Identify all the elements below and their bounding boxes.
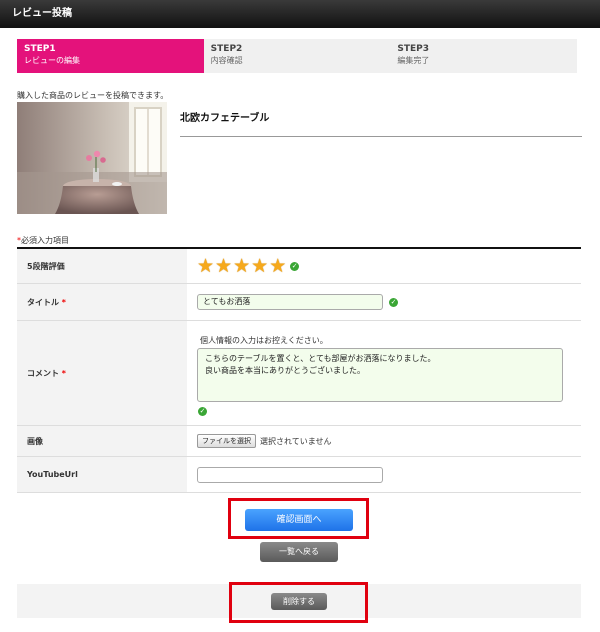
step-1: STEP1 レビューの編集 bbox=[17, 39, 204, 73]
title-label-text: タイトル bbox=[27, 297, 59, 307]
highlight-confirm bbox=[228, 498, 369, 539]
title-field: とてもお洒落 ✓ bbox=[187, 284, 581, 320]
comment-label: コメント * bbox=[17, 321, 187, 425]
youtube-row: YouTubeUrl bbox=[17, 457, 581, 493]
comment-line-2: 良い商品を本当にありがとうございました。 bbox=[205, 366, 365, 375]
check-icon: ✓ bbox=[290, 261, 300, 271]
image-label: 画像 bbox=[17, 426, 187, 456]
check-icon: ✓ bbox=[389, 297, 398, 307]
step-2-label: 内容確認 bbox=[210, 56, 243, 65]
required-mark: * bbox=[61, 297, 66, 307]
rating-row: 5段階評価 ★ ★ ★ ★ ★ ✓ bbox=[17, 249, 581, 284]
file-status: 選択されていません bbox=[260, 436, 332, 446]
comment-hint: 個人情報の入力はお控えください。 bbox=[200, 336, 328, 345]
step-3-label: 編集完了 bbox=[397, 56, 430, 65]
step-1-label: レビューの編集 bbox=[24, 56, 80, 65]
required-note-text: 必須入力項目 bbox=[21, 236, 69, 245]
comment-field: 個人情報の入力はお控えください。 こちらのテーブルを置くと、とても部屋がお洒落に… bbox=[187, 321, 581, 425]
product-divider bbox=[180, 136, 582, 137]
step-3: STEP3 編集完了 bbox=[390, 39, 578, 73]
step-3-number: STEP3 bbox=[397, 44, 429, 54]
star-icon-4[interactable]: ★ bbox=[251, 256, 268, 276]
star-icon-3[interactable]: ★ bbox=[233, 256, 250, 276]
star-icon-5[interactable]: ★ bbox=[269, 256, 286, 276]
required-mark: * bbox=[61, 368, 66, 378]
page-header: レビュー投稿 bbox=[0, 0, 600, 28]
image-field: ファイルを選択 選択されていません bbox=[187, 426, 581, 456]
rating-field: ★ ★ ★ ★ ★ ✓ bbox=[187, 249, 581, 283]
highlight-delete bbox=[229, 582, 368, 623]
step-2: STEP2 内容確認 bbox=[203, 39, 391, 73]
review-form: 5段階評価 ★ ★ ★ ★ ★ ✓ タイトル * とてもお洒落 ✓ コメント *… bbox=[17, 247, 581, 493]
title-input[interactable]: とてもお洒落 bbox=[197, 294, 383, 310]
step-2-number: STEP2 bbox=[210, 44, 243, 54]
comment-textarea[interactable]: こちらのテーブルを置くと、とても部屋がお洒落になりました。 良い商品を本当にあり… bbox=[197, 348, 563, 402]
image-row: 画像 ファイルを選択 選択されていません bbox=[17, 426, 581, 457]
rating-label: 5段階評価 bbox=[17, 249, 187, 283]
comment-label-text: コメント bbox=[27, 368, 59, 378]
check-icon: ✓ bbox=[198, 407, 207, 416]
step-indicator: STEP1 レビューの編集 STEP2 内容確認 STEP3 編集完了 bbox=[17, 39, 578, 73]
step-1-number: STEP1 bbox=[24, 44, 56, 54]
title-row: タイトル * とてもお洒落 ✓ bbox=[17, 284, 581, 321]
youtube-input[interactable] bbox=[197, 466, 383, 483]
star-icon-1[interactable]: ★ bbox=[197, 256, 214, 276]
page-title: レビュー投稿 bbox=[12, 8, 72, 19]
back-to-list-button[interactable]: 一覧へ戻る bbox=[260, 542, 338, 562]
comment-line-1: こちらのテーブルを置くと、とても部屋がお洒落になりました。 bbox=[205, 354, 436, 363]
required-note: *必須入力項目 bbox=[17, 235, 69, 246]
youtube-label: YouTubeUrl bbox=[17, 457, 187, 492]
star-rating[interactable]: ★ ★ ★ ★ ★ ✓ bbox=[197, 256, 300, 276]
youtube-field bbox=[187, 457, 581, 492]
star-icon-2[interactable]: ★ bbox=[215, 256, 232, 276]
product-image bbox=[17, 102, 167, 214]
intro-text: 購入した商品のレビューを投稿できます。 bbox=[17, 91, 169, 100]
choose-file-button[interactable]: ファイルを選択 bbox=[197, 434, 256, 448]
product-name: 北欧カフェテーブル bbox=[180, 113, 270, 124]
title-label: タイトル * bbox=[17, 284, 187, 320]
comment-row: コメント * 個人情報の入力はお控えください。 こちらのテーブルを置くと、とても… bbox=[17, 321, 581, 426]
